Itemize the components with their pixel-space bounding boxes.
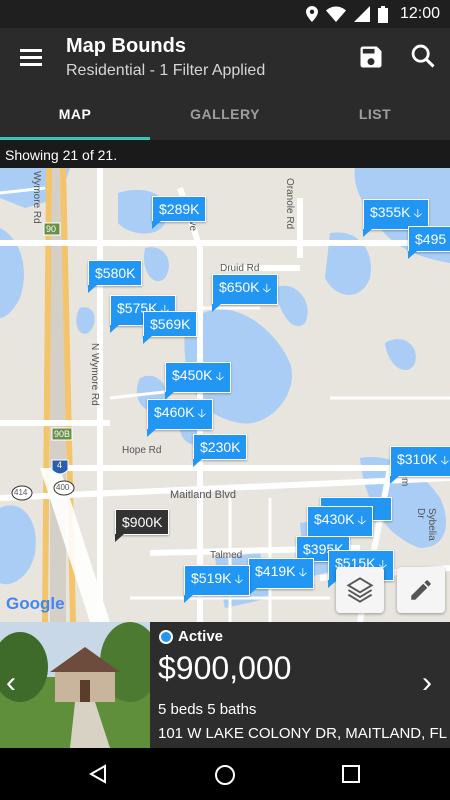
page-subtitle: Residential - 1 Filter Applied bbox=[66, 62, 266, 79]
shield-4: 4 bbox=[57, 460, 63, 470]
system-nav-bar bbox=[0, 748, 450, 800]
price-pin[interactable]: $495 bbox=[408, 226, 450, 259]
status-bar: 12:00 bbox=[0, 0, 450, 28]
search-icon[interactable] bbox=[409, 42, 437, 70]
status-dot-icon bbox=[159, 630, 173, 644]
recents-icon[interactable] bbox=[342, 765, 360, 783]
signal-icon bbox=[353, 6, 370, 22]
arrow-down-icon: 🡣 bbox=[298, 565, 308, 579]
google-logo: Google bbox=[6, 594, 65, 613]
road-label-talmed: Talmed bbox=[210, 550, 243, 561]
arrow-down-icon: 🡣 bbox=[357, 513, 367, 527]
price-pin-selected[interactable]: $900K bbox=[115, 509, 170, 542]
listing-status: Active bbox=[178, 628, 224, 645]
draw-button[interactable] bbox=[397, 567, 445, 613]
price-pin[interactable]: $450K 🡣 bbox=[165, 362, 232, 400]
arrow-down-icon: 🡣 bbox=[262, 281, 272, 295]
tab-gallery[interactable]: GALLERY bbox=[150, 88, 300, 140]
road-label-sybelia: Sybelia Dr bbox=[415, 508, 437, 541]
shield-90: 90 bbox=[46, 224, 57, 234]
road-label-maitland: Maitland Blvd bbox=[170, 489, 237, 501]
road-label-wymore: Wymore Rd bbox=[31, 171, 42, 224]
listing-address: 101 W LAKE COLONY DR, MAITLAND, FL bbox=[158, 725, 447, 742]
listing-info[interactable]: Active $900,000 5 beds 5 baths 101 W LAK… bbox=[150, 622, 450, 748]
listing-card[interactable]: ‹ Active $900,000 5 beds 5 baths 101 W L… bbox=[0, 622, 450, 748]
price-pin[interactable]: $419K 🡣 bbox=[248, 558, 315, 596]
price-pin[interactable]: $460K 🡣 bbox=[147, 399, 214, 437]
road-label-druid: Druid Rd bbox=[220, 263, 260, 274]
tab-list[interactable]: LIST bbox=[300, 88, 450, 140]
arrow-down-icon: 🡣 bbox=[413, 206, 423, 220]
price-pin[interactable]: $310K 🡣 bbox=[390, 446, 450, 484]
next-listing-icon[interactable]: › bbox=[422, 666, 432, 700]
arrow-down-icon: 🡣 bbox=[197, 406, 207, 420]
listing-beds-baths: 5 beds 5 baths bbox=[158, 701, 257, 718]
shield-90b: 90B bbox=[54, 429, 71, 439]
arrow-down-icon: 🡣 bbox=[215, 369, 225, 383]
price-pin[interactable]: $580K bbox=[88, 260, 143, 293]
tab-bar: MAP GALLERY LIST bbox=[0, 88, 450, 140]
menu-button[interactable] bbox=[18, 46, 44, 68]
tab-map[interactable]: MAP bbox=[0, 88, 150, 140]
map-view[interactable]: Druid Rd Oranole Rd N Wymore Rd Wymore R… bbox=[0, 168, 450, 622]
pencil-icon bbox=[411, 580, 431, 600]
arrow-down-icon: 🡣 bbox=[440, 453, 450, 467]
page-title: Map Bounds bbox=[66, 35, 186, 57]
previous-listing-icon[interactable]: ‹ bbox=[6, 666, 16, 700]
layers-button[interactable] bbox=[336, 567, 384, 613]
road-label-hope: Hope Rd bbox=[122, 445, 162, 456]
road-label-oranole: Oranole Rd bbox=[284, 178, 295, 230]
price-pin[interactable]: $569K bbox=[143, 311, 198, 344]
battery-icon bbox=[377, 5, 388, 23]
results-count: Showing 21 of 21. bbox=[0, 140, 450, 168]
road-label-n-wymore: N Wymore Rd bbox=[89, 343, 100, 406]
app-bar: Map Bounds Residential - 1 Filter Applie… bbox=[0, 28, 450, 88]
wifi-icon bbox=[325, 6, 346, 22]
arrow-down-icon: 🡣 bbox=[234, 572, 244, 586]
back-icon[interactable] bbox=[88, 764, 108, 784]
house-photo bbox=[0, 622, 150, 748]
location-icon bbox=[305, 6, 318, 22]
shield-400: 400 bbox=[56, 483, 70, 492]
listing-price: $900,000 bbox=[158, 650, 292, 686]
shield-414: 414 bbox=[14, 488, 28, 497]
price-pin[interactable]: $650K 🡣 bbox=[212, 274, 279, 312]
layers-icon bbox=[346, 577, 374, 603]
price-pin[interactable]: $230K bbox=[193, 434, 248, 467]
save-icon[interactable] bbox=[357, 43, 385, 71]
price-pin[interactable]: $289K bbox=[152, 196, 207, 229]
price-pin[interactable]: $519K 🡣 bbox=[184, 565, 251, 603]
listing-photo[interactable]: ‹ bbox=[0, 622, 150, 748]
price-pin[interactable]: $430K 🡣 bbox=[307, 506, 374, 544]
home-icon[interactable] bbox=[214, 764, 236, 786]
status-time: 12:00 bbox=[399, 5, 440, 22]
